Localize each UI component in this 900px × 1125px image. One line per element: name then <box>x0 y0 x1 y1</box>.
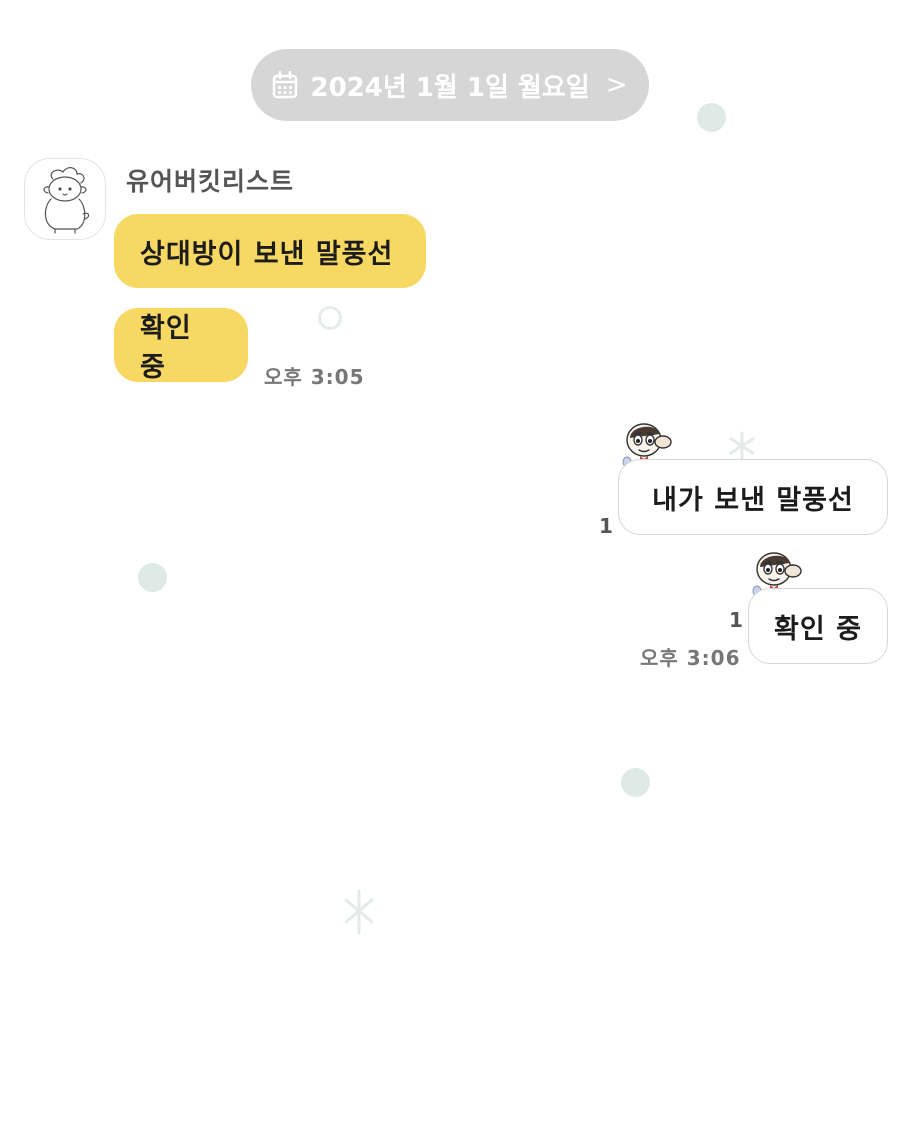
calendar-icon <box>273 71 298 99</box>
decor-dot-1 <box>697 103 726 132</box>
unread-count: 1 <box>729 608 743 632</box>
outgoing-message-bubble[interactable]: 내가 보낸 말풍선 <box>618 459 888 535</box>
decor-snowflake-2 <box>344 889 374 935</box>
decor-ring <box>318 306 342 330</box>
sender-name: 유어버킷리스트 <box>126 167 295 196</box>
chevron-right-icon: > <box>605 70 628 100</box>
message-text: 확인 중 <box>774 613 862 645</box>
unread-count: 1 <box>599 514 613 538</box>
incoming-message-bubble[interactable]: 상대방이 보낸 말풍선 <box>114 214 426 288</box>
message-timestamp: 오후 3:06 <box>640 646 741 670</box>
decor-dot-3 <box>621 768 650 797</box>
outgoing-message-bubble[interactable]: 확인 중 <box>748 588 888 664</box>
decor-dot-2 <box>138 563 167 592</box>
incoming-message-bubble[interactable]: 확인 중 <box>114 308 248 383</box>
message-timestamp: 오후 3:05 <box>264 365 365 389</box>
message-text: 내가 보낸 말풍선 <box>652 484 854 516</box>
date-divider-button[interactable]: 2024년 1월 1일 월요일 > <box>251 49 649 121</box>
message-text: 상대방이 보낸 말풍선 <box>140 238 394 270</box>
date-label: 2024년 1월 1일 월요일 <box>310 72 590 103</box>
sender-avatar[interactable] <box>24 158 106 240</box>
sheep-sketch-avatar-icon <box>43 167 90 234</box>
message-text: 확인 중 <box>140 313 192 383</box>
decor-snowflake-1 <box>729 431 755 461</box>
